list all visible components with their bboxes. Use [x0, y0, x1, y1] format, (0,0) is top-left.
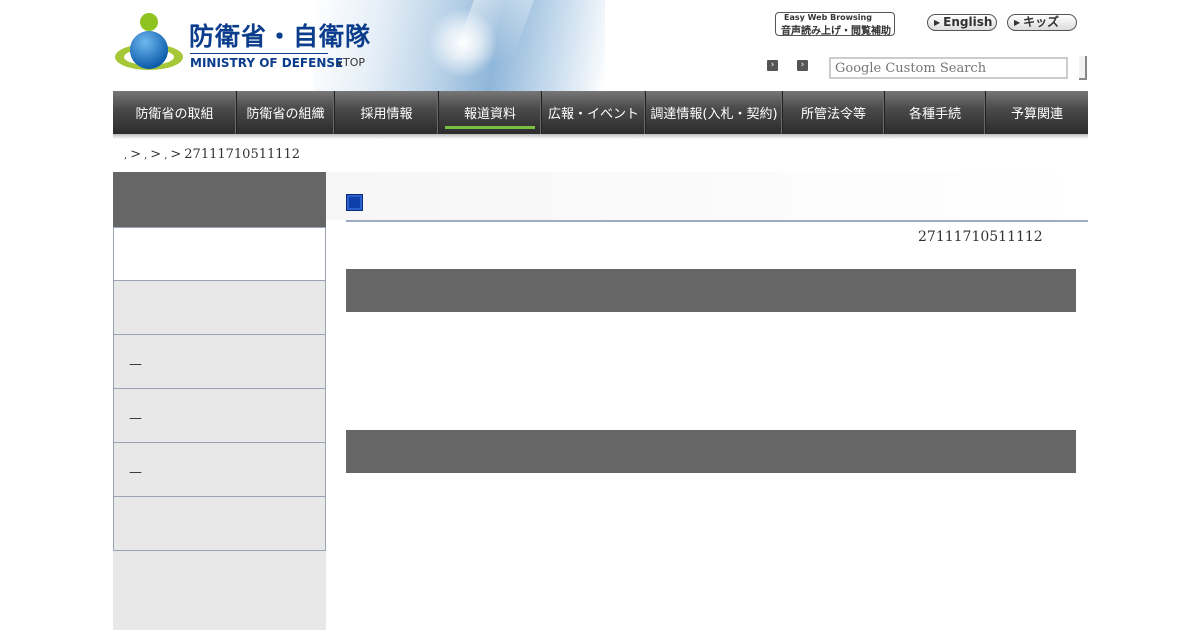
sidebar-item-label: — — [129, 465, 142, 480]
nav-item-organization[interactable]: 防衛省の組織 — [237, 91, 335, 134]
text-size-arrow-icon[interactable]: › — [797, 60, 808, 71]
right-triangle-icon: ▶ — [1014, 18, 1021, 27]
nav-item-label: 調達情報(入札・契約) — [650, 107, 778, 122]
nav-item-label: 採用情報 — [360, 107, 413, 122]
easy-web-browsing-button[interactable]: Easy Web Browsing 音声読み上げ・閲覧補助 — [775, 12, 895, 37]
nav-item-laws[interactable]: 所管法令等 — [783, 91, 885, 134]
breadcrumb-link-category[interactable]: , — [164, 150, 167, 161]
logo-japanese-text: 防衛省・自衛隊 — [189, 22, 372, 51]
nav-item-label: 防衛省の取組 — [135, 107, 214, 122]
sidebar-item[interactable] — [113, 281, 326, 335]
sidebar: — — — — [113, 172, 326, 630]
kids-link[interactable]: ▶ キッズ — [1007, 14, 1077, 31]
breadcrumb-separator: > — [130, 147, 142, 162]
easy-web-subtitle: 音声読み上げ・閲覧補助 — [781, 26, 891, 37]
breadcrumb-link-home[interactable]: , — [124, 150, 127, 161]
right-triangle-icon: ▶ — [934, 18, 941, 27]
nav-item-initiatives[interactable]: 防衛省の取組 — [113, 91, 237, 134]
section-header-bar — [346, 430, 1076, 473]
nav-shadow — [113, 134, 1088, 139]
left-triangle-icon: ◂ — [337, 59, 342, 68]
logo-divider — [190, 53, 328, 54]
nav-item-press-releases[interactable]: 報道資料 — [439, 91, 542, 134]
nav-item-label: 所管法令等 — [800, 107, 866, 122]
nav-item-recruitment[interactable]: 採用情報 — [335, 91, 439, 134]
english-link-label: English — [943, 15, 993, 29]
sidebar-item[interactable] — [113, 227, 326, 281]
search-button[interactable] — [1079, 56, 1087, 80]
sidebar-item[interactable] — [113, 497, 326, 551]
nav-item-procedures[interactable]: 各種手続 — [885, 91, 986, 134]
ministry-emblem-icon — [115, 13, 183, 70]
global-nav: 防衛省の取組 防衛省の組織 採用情報 報道資料 広報・イベント 調達情報(入札・… — [113, 91, 1088, 134]
sidebar-item-label: — — [129, 411, 142, 426]
search-input[interactable] — [829, 57, 1068, 79]
top-page-link[interactable]: ◂ TOP — [337, 56, 365, 69]
logo-english-text: MINISTRY OF DEFENSE — [190, 56, 344, 70]
breadcrumb-separator: > — [150, 147, 162, 162]
nav-item-label: 予算関連 — [1010, 107, 1063, 122]
breadcrumb-link-section[interactable]: , — [144, 150, 147, 161]
page-title-band — [326, 172, 1088, 220]
nav-item-budget[interactable]: 予算関連 — [986, 91, 1088, 134]
kids-link-label: キッズ — [1023, 15, 1060, 29]
section-header-bar — [346, 269, 1076, 312]
main-content: 27111710511112 — [326, 172, 1088, 630]
document-number: 27111710511112 — [918, 229, 1043, 245]
site-header: 防衛省・自衛隊 MINISTRY OF DEFENSE ◂ TOP Easy We… — [113, 0, 1088, 91]
sidebar-item[interactable]: — — [113, 389, 326, 443]
sidebar-item[interactable]: — — [113, 335, 326, 389]
nav-item-label: 広報・イベント — [547, 107, 639, 122]
nav-item-label: 各種手続 — [908, 107, 961, 122]
title-divider — [346, 220, 1088, 222]
nav-item-label: 報道資料 — [463, 107, 516, 122]
top-link-label: TOP — [343, 56, 366, 69]
breadcrumb: , >, >, >27111710511112 — [124, 147, 300, 162]
title-square-icon — [346, 194, 363, 211]
sidebar-item[interactable]: — — [113, 443, 326, 497]
sidebar-header — [113, 172, 326, 227]
breadcrumb-current: 27111710511112 — [184, 147, 301, 162]
english-link[interactable]: ▶ English — [927, 14, 997, 31]
text-size-arrow-icon[interactable]: › — [767, 60, 778, 71]
site-logo-link[interactable]: 防衛省・自衛隊 MINISTRY OF DEFENSE — [113, 0, 370, 80]
nav-item-procurement[interactable]: 調達情報(入札・契約) — [646, 91, 783, 134]
breadcrumb-separator: > — [170, 147, 182, 162]
nav-item-label: 防衛省の組織 — [246, 107, 325, 122]
sidebar-item-label: — — [129, 357, 142, 372]
nav-item-pr-events[interactable]: 広報・イベント — [542, 91, 646, 134]
easy-web-title: Easy Web Browsing — [784, 13, 872, 22]
